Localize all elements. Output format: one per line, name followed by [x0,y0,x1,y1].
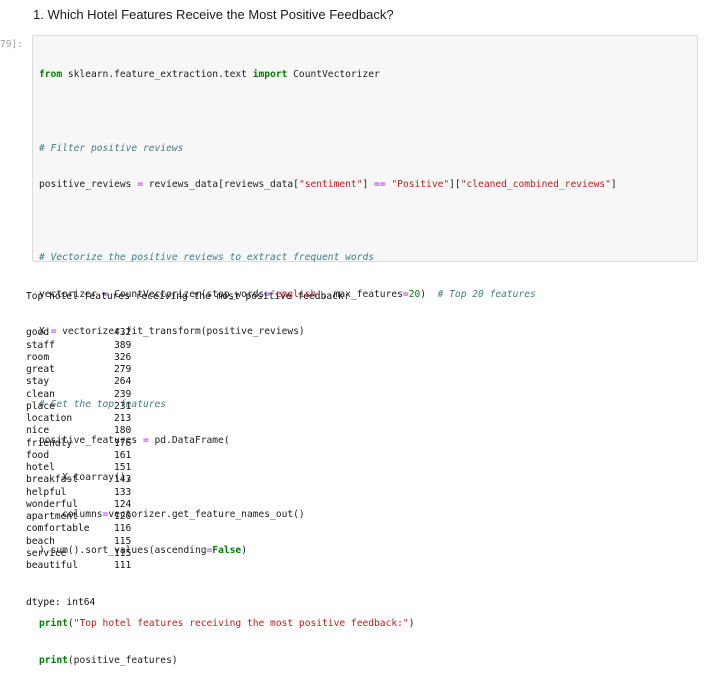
feature-word: clean [26,388,55,400]
feature-word: great [26,364,55,375]
feature-word: apartment [26,511,78,522]
feature-count: 176 [114,437,132,449]
code-token: ] [362,179,375,191]
feature-count: 231 [114,400,132,412]
output-row: stay 264 [26,376,349,388]
feature-word: stay [26,376,50,388]
feature-word: service [26,547,67,559]
feature-count: 213 [114,413,132,424]
output-row: wonderful 124 [26,499,349,511]
code-line-2: # Filter positive reviews [39,143,617,155]
feature-count: 389 [114,339,132,351]
code-line-4: # Vectorize the positive reviews to extr… [39,252,617,264]
output-row: comfortable 116 [26,523,349,535]
feature-count: 264 [114,376,132,388]
feature-word: good [26,327,50,339]
string-token: "sentiment" [298,179,363,191]
feature-word: food [26,449,50,461]
output-row: staff 389 [26,340,349,352]
feature-count: 326 [114,351,132,363]
code-token: positive_reviews [39,179,138,191]
feature-count: 115 [114,547,132,559]
feature-count: 180 [114,425,132,437]
output-row: apartment 120 [26,511,349,523]
output-row: breakfast 143 [26,474,349,486]
feature-count: 151 [114,462,132,473]
output-row: location 213 [26,413,349,425]
output-row: friendly 176 [26,438,349,450]
markdown-heading: 1. Which Hotel Features Receive the Most… [33,7,394,22]
output-row: hotel 151 [26,462,349,474]
code-token: (positive_features) [67,654,178,666]
feature-word: helpful [26,486,67,498]
feature-count: 143 [114,474,132,486]
output-row: place 231 [26,401,349,413]
output-row: helpful 133 [26,487,349,499]
code-token: ][ [449,179,461,191]
output-row: clean 239 [26,389,349,401]
builtin-print: print [39,654,68,666]
output-dtype: dtype: int64 [26,596,96,608]
code-comment: # Top 20 features [437,288,536,300]
code-line-13: print(positive_features) [39,655,617,667]
feature-count: 432 [114,327,132,339]
output-row: nice 180 [26,425,349,437]
output-row: beach 115 [26,536,349,548]
output-row: service 115 [26,548,349,560]
keyword-from: from [39,69,63,81]
imported-name: CountVectorizer [287,69,380,81]
code-token: reviews_data[reviews_data[ [142,179,299,191]
feature-count: 124 [114,498,132,510]
string-token: "Positive" [391,179,450,191]
output-row: food 161 [26,450,349,462]
code-token: ] [610,179,617,191]
output-row: room 326 [26,352,349,364]
cell-output: Top hotel features receiving the most po… [26,266,349,621]
feature-word: nice [26,425,50,437]
feature-count: 279 [114,364,132,375]
output-row: beautiful 111 [26,560,349,572]
execution-count-prompt: 79]: [0,39,24,50]
output-row: good 432 [26,327,349,339]
code-line-1: from sklearn.feature_extraction.text imp… [39,69,617,81]
feature-count: 111 [114,560,132,571]
feature-count: 116 [114,523,132,535]
feature-word: beautiful [26,560,78,571]
feature-count: 120 [114,511,132,522]
feature-word: place [26,400,55,412]
feature-word: friendly [26,437,73,449]
feature-word: wonderful [26,498,78,510]
feature-word: breakfast [26,474,78,486]
feature-count: 115 [114,535,132,547]
code-token: ) [408,618,415,630]
feature-word: hotel [26,462,55,473]
string-token: "cleaned_combined_reviews" [460,179,611,191]
code-line-3: positive_reviews = reviews_data[reviews_… [39,179,617,191]
output-series-list: good 432 staff 389 room 326 great 279 stay 264 cle… [26,327,349,572]
number-token: 20 [408,288,421,300]
code-comment: # Vectorize the positive reviews to extr… [39,252,375,264]
feature-word: room [26,351,50,363]
keyword-import: import [252,69,288,81]
code-token: ) [420,288,438,300]
feature-word: location [26,413,73,424]
feature-word: comfortable [26,523,90,535]
feature-word: beach [26,535,55,547]
code-cell-editor[interactable]: from sklearn.feature_extraction.text imp… [32,35,698,666]
feature-count: 133 [114,486,132,498]
feature-count: 161 [114,449,132,461]
output-header: Top hotel features receiving the most po… [26,290,350,302]
operator-token: == [374,179,386,191]
feature-count: 239 [114,388,132,400]
module-path: sklearn.feature_extraction.text [62,69,253,81]
output-row: great 279 [26,364,349,376]
feature-word: staff [26,339,55,351]
code-comment: # Filter positive reviews [39,142,184,154]
